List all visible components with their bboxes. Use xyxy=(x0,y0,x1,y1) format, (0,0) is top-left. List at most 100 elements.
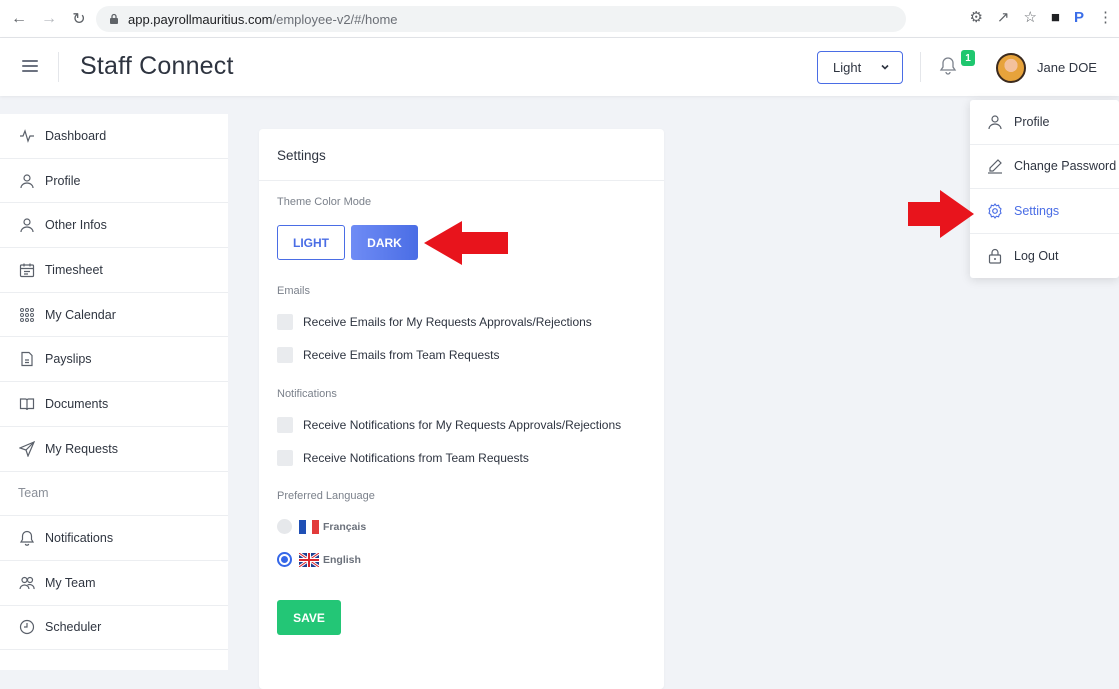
sidebar-item-scheduler[interactable]: Scheduler xyxy=(0,606,228,651)
divider xyxy=(259,180,664,181)
menu-item-settings[interactable]: Settings xyxy=(970,189,1119,234)
sidebar: Dashboard Profile Other Infos Timesheet … xyxy=(0,114,228,670)
sidebar-item-label: Profile xyxy=(45,173,81,188)
sidebar-item-my-calendar[interactable]: My Calendar xyxy=(0,293,228,338)
theme-select[interactable]: Light xyxy=(817,51,903,84)
sidebar-item-label: My Requests xyxy=(45,441,118,456)
bell-icon xyxy=(18,529,36,547)
radio-button-selected[interactable] xyxy=(277,552,292,567)
users-icon xyxy=(18,574,36,592)
sidebar-item-profile[interactable]: Profile xyxy=(0,159,228,204)
grid-icon xyxy=(18,306,36,324)
clock-icon xyxy=(18,618,36,636)
avatar[interactable] xyxy=(996,53,1026,83)
menu-item-profile[interactable]: Profile xyxy=(970,100,1119,145)
share-icon[interactable]: ↗ xyxy=(997,8,1010,26)
sidebar-item-label: Other Infos xyxy=(45,218,107,233)
theme-select-value: Light xyxy=(833,60,862,75)
user-name[interactable]: Jane DOE xyxy=(1037,60,1097,75)
notification-badge: 1 xyxy=(961,50,975,66)
pencil-icon xyxy=(986,157,1004,175)
sidebar-item-notifications[interactable]: Notifications xyxy=(0,516,228,561)
forward-arrow-icon[interactable]: → xyxy=(38,8,60,30)
hamburger-icon[interactable] xyxy=(22,60,38,72)
sidebar-item-my-requests[interactable]: My Requests xyxy=(0,427,228,472)
sidepanel-icon[interactable]: ■ xyxy=(1051,9,1060,26)
menu-item-log-out[interactable]: Log Out xyxy=(970,234,1119,279)
checkbox-label: Receive Notifications for My Requests Ap… xyxy=(303,418,622,432)
extension-icon[interactable]: P xyxy=(1074,9,1084,26)
star-icon[interactable]: ☆ xyxy=(1023,8,1036,26)
menu-item-label: Settings xyxy=(1014,203,1060,218)
language-label: English xyxy=(323,553,361,566)
sidebar-item-my-team[interactable]: My Team xyxy=(0,561,228,606)
checkbox-label: Receive Emails for My Requests Approvals… xyxy=(303,315,592,329)
checkbox-label: Receive Emails from Team Requests xyxy=(303,348,500,362)
uk-flag-icon xyxy=(299,552,319,567)
notifications-section-label: Notifications xyxy=(277,388,337,400)
address-bar[interactable]: app.payrollmauritius.com/employee-v2/#/h… xyxy=(96,6,906,32)
language-section-label: Preferred Language xyxy=(277,490,375,502)
email-option-requests[interactable]: Receive Emails for My Requests Approvals… xyxy=(277,314,592,330)
sidebar-item-label: My Team xyxy=(45,575,96,590)
bell-icon[interactable] xyxy=(939,56,957,76)
sidebar-section-team: Team xyxy=(0,472,228,517)
card-title: Settings xyxy=(277,148,326,163)
sidebar-item-label: My Calendar xyxy=(45,307,116,322)
sidebar-item-label: Timesheet xyxy=(45,262,103,277)
menu-item-change-password[interactable]: Change Password xyxy=(970,145,1119,189)
header-divider xyxy=(920,52,921,82)
sidebar-item-label: Dashboard xyxy=(45,128,107,143)
book-icon xyxy=(18,395,36,413)
radio-button[interactable] xyxy=(277,519,292,534)
light-theme-button[interactable]: LIGHT xyxy=(277,225,345,260)
user-dropdown-menu: Profile Change Password Settings Log Out xyxy=(970,100,1119,278)
browser-toolbar: ← → ↻ app.payrollmauritius.com/employee-… xyxy=(0,0,1119,38)
file-icon xyxy=(18,350,36,368)
save-button[interactable]: SAVE xyxy=(277,600,341,635)
language-label: Français xyxy=(323,520,367,533)
user-icon xyxy=(986,113,1004,131)
header-divider xyxy=(58,52,59,82)
sidebar-item-payslips[interactable]: Payslips xyxy=(0,337,228,383)
menu-item-label: Log Out xyxy=(1014,248,1059,263)
checkbox-label: Receive Notifications from Team Requests xyxy=(303,451,529,465)
sidebar-item-dashboard[interactable]: Dashboard xyxy=(0,114,228,159)
sidebar-item-timesheet[interactable]: Timesheet xyxy=(0,248,228,293)
lock-icon xyxy=(110,13,118,24)
checkbox[interactable] xyxy=(277,347,293,363)
language-option-french[interactable]: Français xyxy=(277,519,366,534)
sidebar-item-label: Scheduler xyxy=(45,620,102,635)
key-icon[interactable]: ⚙ xyxy=(969,8,982,26)
chevron-down-icon xyxy=(881,64,889,70)
notification-option-team[interactable]: Receive Notifications from Team Requests xyxy=(277,450,529,466)
menu-item-label: Profile xyxy=(1014,114,1050,129)
lock-icon xyxy=(986,247,1004,265)
menu-item-label: Change Password xyxy=(1014,159,1117,174)
checkbox[interactable] xyxy=(277,417,293,433)
reload-icon[interactable]: ↻ xyxy=(68,8,90,30)
france-flag-icon xyxy=(299,519,319,534)
notification-option-requests[interactable]: Receive Notifications for My Requests Ap… xyxy=(277,417,621,433)
send-icon xyxy=(18,440,36,458)
sidebar-item-label: Payslips xyxy=(45,352,92,367)
menu-dots-icon[interactable]: ⋮ xyxy=(1098,8,1113,26)
sidebar-item-documents[interactable]: Documents xyxy=(0,382,228,427)
back-arrow-icon[interactable]: ← xyxy=(8,8,30,30)
settings-card: Settings Theme Color Mode LIGHT DARK Ema… xyxy=(259,129,664,689)
sidebar-item-label: Documents xyxy=(45,396,109,411)
email-option-team[interactable]: Receive Emails from Team Requests xyxy=(277,347,500,363)
emails-section-label: Emails xyxy=(277,285,311,297)
sidebar-section-label: Team xyxy=(18,486,49,501)
sidebar-item-other-infos[interactable]: Other Infos xyxy=(0,203,228,249)
dark-theme-button[interactable]: DARK xyxy=(351,225,418,260)
gear-icon xyxy=(986,202,1004,220)
theme-section-label: Theme Color Mode xyxy=(277,196,372,208)
language-option-english[interactable]: English xyxy=(277,552,361,567)
url-domain: app.payrollmauritius.com xyxy=(128,11,273,27)
activity-icon xyxy=(18,127,36,145)
sidebar-item-label: Notifications xyxy=(45,531,114,546)
checkbox[interactable] xyxy=(277,450,293,466)
calendar-icon xyxy=(18,261,36,279)
checkbox[interactable] xyxy=(277,314,293,330)
